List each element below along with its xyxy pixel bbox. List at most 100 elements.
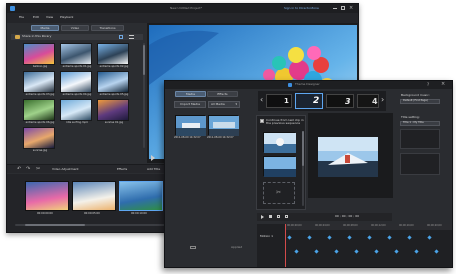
menu-file[interactable]: File — [19, 16, 24, 19]
maximize-icon[interactable] — [341, 6, 345, 10]
template-1-number: 1 — [284, 97, 289, 105]
timeline-ruler: 00;00;00;00 00;00;04;00 00;00;08;00 00;00;1… — [285, 224, 452, 230]
minimize-icon[interactable] — [333, 8, 337, 9]
library-scrollbar-thumb[interactable] — [143, 45, 145, 75]
timeline-clip[interactable] — [25, 181, 69, 211]
theme-tab-effects[interactable]: Effects — [207, 91, 238, 97]
timeline-clip[interactable] — [119, 181, 163, 211]
media-item[interactable]: extreme sports 03.jpg — [23, 71, 57, 98]
bg-music-select[interactable]: Default (First Page) — [400, 99, 440, 104]
play-icon[interactable] — [151, 155, 155, 161]
timeline-scrollbar-thumb[interactable] — [25, 224, 85, 226]
share-library-label: Share in this library — [22, 34, 52, 38]
keyframe-marker[interactable] — [374, 249, 379, 254]
keyframe-marker[interactable] — [407, 235, 412, 240]
title-style-box[interactable] — [400, 153, 440, 175]
chevron-down-icon: ▾ — [235, 102, 237, 106]
keyframe-marker[interactable] — [347, 235, 352, 240]
continue-checkbox[interactable] — [260, 119, 264, 123]
media-filter-select[interactable]: All Media ▾ — [208, 101, 240, 108]
menu-view[interactable]: View — [46, 16, 53, 19]
theme-next-frame-icon[interactable] — [285, 215, 288, 218]
keyframe-marker[interactable] — [434, 249, 439, 254]
help-icon[interactable]: ? — [427, 83, 429, 87]
split-icon[interactable]: ✂ — [36, 167, 40, 172]
sequence-scrollbar-thumb[interactable] — [302, 131, 304, 166]
tab-media[interactable]: Media — [31, 25, 59, 31]
redo-icon[interactable]: ↷ — [26, 167, 30, 172]
signin-link[interactable]: Sign in to DirectorZone — [284, 7, 319, 10]
menu-edit[interactable]: Edit — [33, 16, 39, 19]
close-icon[interactable]: × — [349, 6, 353, 11]
keyframe-marker[interactable] — [367, 235, 372, 240]
list-view-icon[interactable] — [129, 35, 134, 39]
theme-media-thumb-2[interactable] — [208, 115, 239, 136]
keyframe-marker[interactable] — [354, 249, 359, 254]
theme-prev-frame-icon[interactable] — [277, 215, 280, 218]
theme-play-icon[interactable] — [261, 215, 264, 219]
media-item-label: extreme sports 06.jpg — [25, 121, 55, 124]
grid-view-icon[interactable] — [119, 35, 123, 39]
template-3-number: 3 — [345, 97, 351, 106]
keyframe-marker[interactable] — [287, 235, 292, 240]
theme-tab-media[interactable]: Media — [175, 91, 206, 97]
folder-icon[interactable] — [15, 35, 20, 39]
keyframe-marker[interactable] — [414, 249, 419, 254]
keyframe-marker[interactable] — [314, 249, 319, 254]
keyframe-marker[interactable] — [334, 249, 339, 254]
keyframe-marker[interactable] — [427, 235, 432, 240]
tab-video[interactable]: Video — [61, 25, 89, 31]
template-next-icon[interactable]: › — [381, 96, 384, 104]
keyframe-marker[interactable] — [294, 249, 299, 254]
media-item-label: extreme sports 02.jpg — [99, 65, 129, 68]
keyframe-marker[interactable] — [387, 235, 392, 240]
main-menu-bar: File Edit View Playback — [7, 13, 358, 23]
template-4[interactable]: 4 — [357, 94, 379, 108]
media-item[interactable]: extreme sports 02.jpg — [97, 43, 131, 70]
media-item[interactable]: extreme sports 05.jpg — [97, 71, 131, 98]
media-item[interactable]: kite surfing.mp4 — [60, 99, 94, 126]
library-scrollbar[interactable] — [143, 43, 145, 148]
sequence-slot-1[interactable] — [263, 132, 296, 153]
media-item[interactable]: extreme sports 04.jpg — [60, 71, 94, 98]
template-2[interactable]: 2 — [295, 93, 323, 109]
theme-logo-icon — [288, 83, 292, 87]
keyframe-marker[interactable] — [327, 235, 332, 240]
media-item-label: balloon.jpg — [32, 65, 48, 68]
media-item[interactable]: balloon.jpg — [23, 43, 57, 70]
media-item-label: extreme sports 05.jpg — [99, 93, 129, 96]
media-item[interactable]: extreme sports 06.jpg — [23, 99, 57, 126]
theme-close-icon[interactable]: × — [441, 82, 445, 87]
timeline-scrollbar[interactable] — [15, 224, 175, 226]
menu-playback[interactable]: Playback — [60, 16, 73, 19]
media-item[interactable]: sunrise 01.jpg — [97, 99, 131, 126]
ruler-tick-label: 00;00;04;00 — [315, 224, 330, 227]
template-prev-icon[interactable]: ‹ — [260, 96, 263, 104]
theme-media-thumb[interactable] — [175, 115, 206, 136]
main-title-bar: New Untitled Project* Sign in to Directo… — [7, 4, 358, 13]
sequence-slot-3[interactable]: ✂ — [263, 182, 295, 204]
media-item[interactable]: extreme sports 01.jpg — [60, 43, 94, 70]
zoom-icon[interactable] — [190, 246, 196, 249]
template-3[interactable]: 3 — [326, 94, 354, 108]
import-media-button[interactable]: Import Media — [174, 101, 206, 108]
title-field[interactable]: Title 1 : My Title — [400, 121, 440, 126]
effects-button[interactable]: Effects — [117, 168, 127, 171]
add-title-button[interactable]: Add Title — [147, 168, 160, 171]
timeline-clip[interactable] — [72, 181, 116, 211]
sequence-slot-2[interactable] — [263, 156, 296, 177]
video-adjustment-button[interactable]: Video Adjustment — [52, 168, 79, 171]
media-item[interactable]: sunrise.jpg — [23, 127, 57, 154]
theme-media-thumb-date: 2011-08-09 14:32:07 — [174, 136, 201, 139]
media-thumbnail — [23, 127, 55, 149]
keyframe-marker[interactable] — [307, 235, 312, 240]
theme-stop-icon[interactable] — [269, 215, 272, 218]
keyframe-marker[interactable] — [394, 249, 399, 254]
tab-transitions-label: Transitions — [99, 25, 116, 30]
template-1[interactable]: 1 — [266, 94, 292, 108]
tab-transitions[interactable]: Transitions — [91, 25, 124, 31]
title-text-box[interactable] — [400, 129, 440, 149]
sequence-scrollbar[interactable] — [302, 131, 304, 206]
theme-tab-media-label: Media — [185, 91, 195, 96]
undo-icon[interactable]: ↶ — [17, 167, 21, 172]
